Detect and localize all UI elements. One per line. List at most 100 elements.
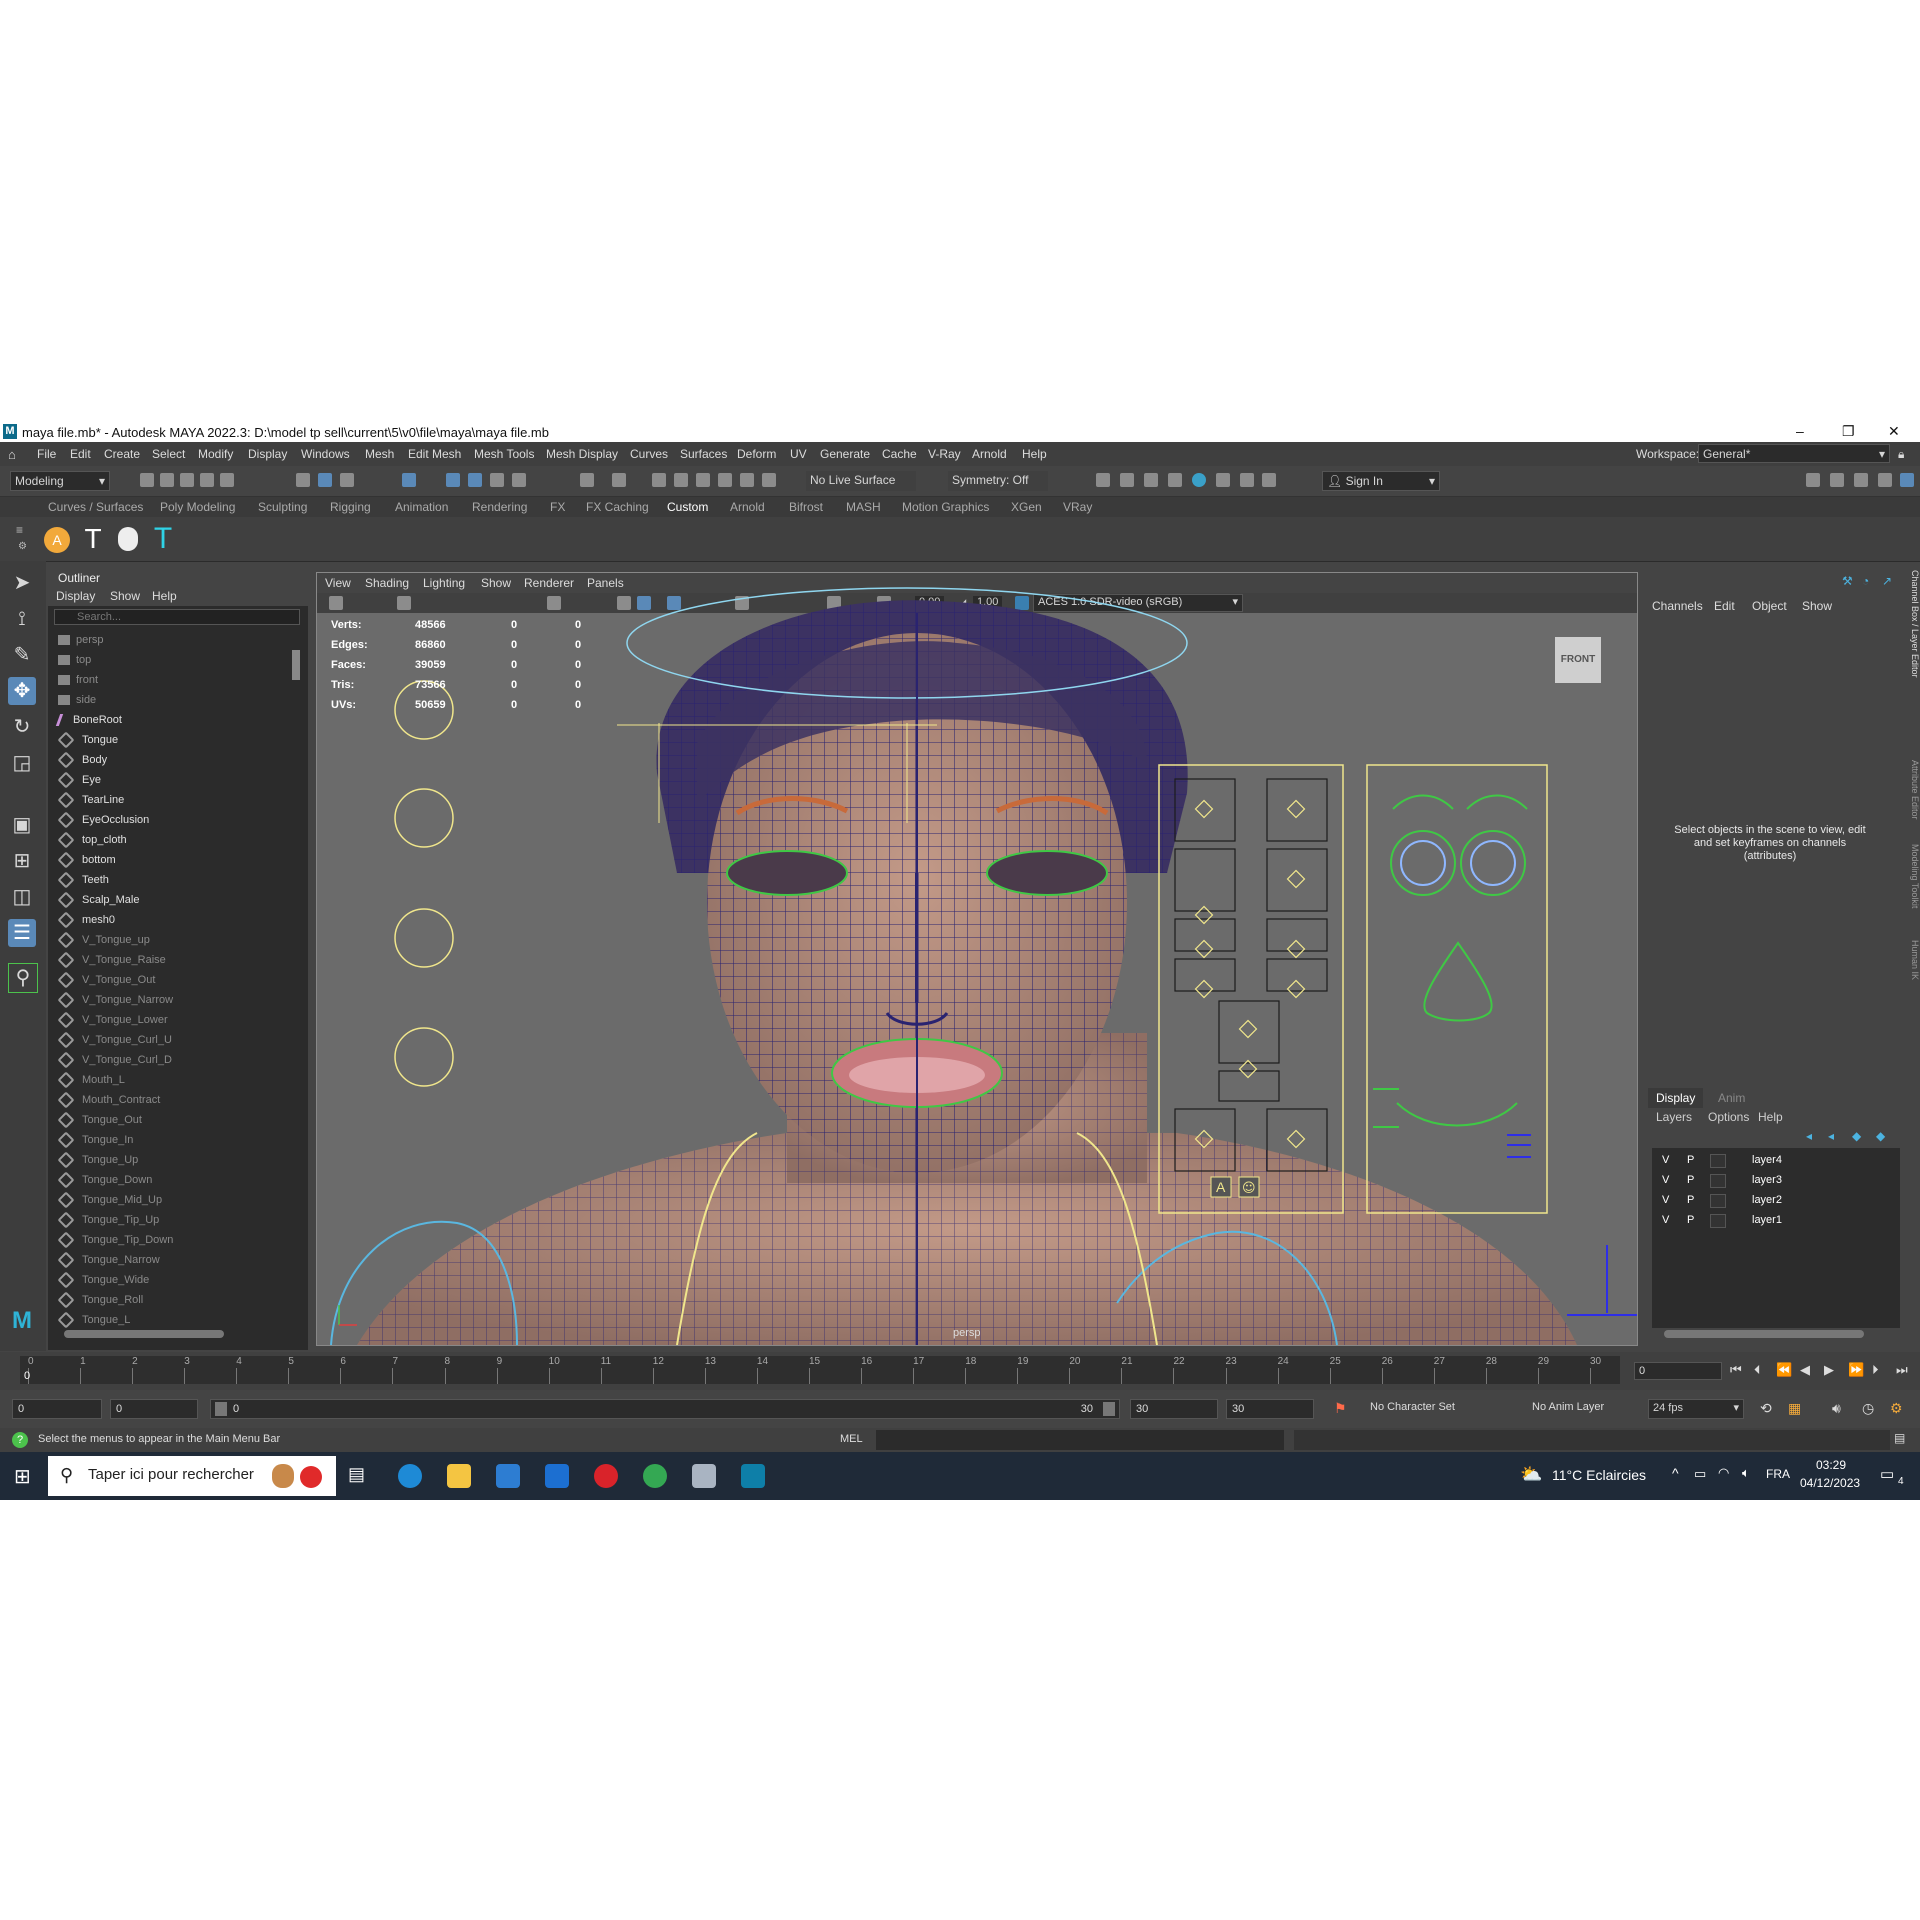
file-explorer-icon[interactable] — [447, 1464, 471, 1488]
go-to-end-icon[interactable]: ⏭ — [1896, 1362, 1908, 1378]
attribute-editor-icon[interactable] — [1854, 473, 1868, 487]
layer-playback[interactable]: P — [1687, 1170, 1694, 1190]
search-icon[interactable]: ⚲ — [8, 963, 38, 993]
go-to-start-icon[interactable]: ⏮ — [1730, 1362, 1742, 1378]
script-language-button[interactable]: MEL — [840, 1433, 863, 1445]
shelf-tab-arnold[interactable]: Arnold — [730, 500, 765, 514]
workspace-dropdown[interactable]: General* ▾ — [1698, 444, 1890, 463]
outliner-item[interactable]: Tongue_Tip_Down — [57, 1230, 288, 1250]
layer-color-swatch[interactable] — [1710, 1214, 1726, 1228]
outliner-item[interactable]: Tongue_L — [57, 1310, 288, 1330]
outliner-menu-show[interactable]: Show — [110, 589, 140, 603]
menu-mesh-display[interactable]: Mesh Display — [546, 447, 618, 461]
lock-icon[interactable]: 🔒︎ — [1898, 447, 1904, 462]
shelf-tab-xgen[interactable]: XGen — [1011, 500, 1042, 514]
outliner-item[interactable]: top — [58, 650, 288, 670]
shelf-tab-custom[interactable]: Custom — [667, 500, 708, 514]
channels-menu-edit[interactable]: Edit — [1714, 599, 1735, 613]
command-input[interactable] — [876, 1430, 1284, 1450]
layer-row[interactable]: V Player4 — [1652, 1150, 1900, 1170]
view-cube[interactable]: FRONT — [1555, 637, 1601, 683]
shelf-tab-animation[interactable]: Animation — [395, 500, 448, 514]
mail-icon[interactable] — [545, 1464, 569, 1488]
layer-menu-help[interactable]: Help — [1758, 1110, 1783, 1124]
outliner-item[interactable]: Tongue_Out — [57, 1110, 288, 1130]
side-tab-human-ik[interactable]: Human IK — [1910, 940, 1920, 980]
outliner-item[interactable]: Tongue_Up — [57, 1150, 288, 1170]
character-controls-icon[interactable] — [1830, 473, 1844, 487]
outliner-search-input[interactable]: Search... — [54, 609, 300, 625]
menu-modify[interactable]: Modify — [198, 447, 233, 461]
snap-view-icon[interactable] — [512, 473, 526, 487]
outliner-item[interactable]: BoneRoot — [55, 710, 288, 730]
current-frame-marker[interactable]: 0 — [24, 1370, 30, 1382]
menu-uv[interactable]: UV — [790, 447, 807, 461]
single-perspective-layout-icon[interactable]: ▣ — [8, 811, 36, 839]
select-hierarchy-icon[interactable] — [296, 473, 310, 487]
playback-speed-icon[interactable]: ◷ — [1862, 1400, 1874, 1417]
range-handle-right[interactable] — [1103, 1402, 1115, 1416]
rotate-tool-icon[interactable]: ↻ — [8, 713, 36, 741]
menu-cache[interactable]: Cache — [882, 447, 917, 461]
outliner-item[interactable]: Tongue_Wide — [57, 1270, 288, 1290]
battery-icon[interactable]: ▭ — [1694, 1466, 1706, 1482]
live-surface-field[interactable]: No Live Surface — [806, 471, 916, 491]
layer-visibility[interactable]: V — [1662, 1170, 1669, 1190]
scene-start-field[interactable]: 0 — [12, 1399, 102, 1419]
outliner-item[interactable]: Tongue — [57, 730, 288, 750]
fps-dropdown[interactable]: 24 fps ▾ — [1648, 1399, 1744, 1419]
arnold-render-icon[interactable] — [1240, 473, 1254, 487]
outliner-layout-icon[interactable]: ☰ — [8, 919, 36, 947]
arnold-shelf-icon[interactable]: A — [44, 527, 70, 553]
opera-icon[interactable] — [594, 1464, 618, 1488]
outliner-item[interactable]: mesh0 — [57, 910, 288, 930]
outliner-item[interactable]: Tongue_Narrow — [57, 1250, 288, 1270]
select-tool-icon[interactable]: ➤ — [8, 569, 36, 597]
auto-key-icon[interactable]: ⚑ — [1334, 1400, 1347, 1417]
layer-color-swatch[interactable] — [1710, 1154, 1726, 1168]
play-backwards-icon[interactable]: ◀ — [1800, 1362, 1810, 1378]
outliner-item[interactable]: Tongue_Down — [57, 1170, 288, 1190]
home-icon[interactable]: ⌂ — [8, 447, 16, 462]
outliner-item[interactable]: V_Tongue_Curl_D — [57, 1050, 288, 1070]
outliner-item[interactable]: Mouth_Contract — [57, 1090, 288, 1110]
layer-menu-options[interactable]: Options — [1708, 1110, 1749, 1124]
outliner-item[interactable]: Eye — [57, 770, 288, 790]
t-pose-shelf-icon[interactable]: T — [148, 523, 178, 555]
outliner-scrollbar[interactable] — [292, 650, 300, 680]
layer-playback[interactable]: P — [1687, 1210, 1694, 1230]
outliner-item[interactable]: V_Tongue_Raise — [57, 950, 288, 970]
menu-create[interactable]: Create — [104, 447, 140, 461]
shelf-tab-fx-caching[interactable]: FX Caching — [586, 500, 649, 514]
scene-end-field[interactable]: 30 — [1226, 1399, 1314, 1419]
cache-icon[interactable]: ▦ — [1788, 1400, 1801, 1417]
snap-plane-icon[interactable] — [740, 473, 754, 487]
ipr-render-icon[interactable] — [1144, 473, 1158, 487]
render-settings-icon[interactable] — [1168, 473, 1182, 487]
menu-file[interactable]: File — [37, 447, 56, 461]
side-by-side-layout-icon[interactable]: ◫ — [8, 883, 36, 911]
anim-layer-dropdown[interactable]: No Anim Layer — [1532, 1401, 1604, 1413]
animation-prefs-icon[interactable]: ⚙ — [1890, 1400, 1903, 1417]
menu-curves[interactable]: Curves — [630, 447, 668, 461]
mode-dropdown[interactable]: Modeling ▾ — [10, 471, 110, 491]
menu-surfaces[interactable]: Surfaces — [680, 447, 727, 461]
outliner-item[interactable]: Mouth_L — [57, 1070, 288, 1090]
network-icon[interactable]: ◠ — [1718, 1465, 1729, 1481]
outliner-item[interactable]: TearLine — [57, 790, 288, 810]
outliner-item[interactable]: Scalp_Male — [57, 890, 288, 910]
taskbar-search-input[interactable]: ⚲ Taper ici pour rechercher — [48, 1456, 336, 1496]
tool-settings-icon[interactable] — [1878, 473, 1892, 487]
select-by-type-icon[interactable] — [402, 473, 416, 487]
channels-menu-channels[interactable]: Channels — [1652, 599, 1703, 613]
highlight-icon[interactable] — [612, 473, 626, 487]
shelf-tab-rigging[interactable]: Rigging — [330, 500, 371, 514]
shelf-tab-poly-modeling[interactable]: Poly Modeling — [160, 500, 235, 514]
channel-box-edit-icon[interactable]: ↗ — [1882, 574, 1892, 588]
sound-icon[interactable]: 🔊︎ — [1832, 1400, 1841, 1417]
new-layer-selected-icon[interactable]: ◆ — [1876, 1129, 1885, 1143]
outliner-item[interactable]: V_Tongue_up — [57, 930, 288, 950]
shelf-tab-mash[interactable]: MASH — [846, 500, 881, 514]
menu-generate[interactable]: Generate — [820, 447, 870, 461]
shelf-settings-icon[interactable]: ⚙ — [18, 541, 27, 552]
